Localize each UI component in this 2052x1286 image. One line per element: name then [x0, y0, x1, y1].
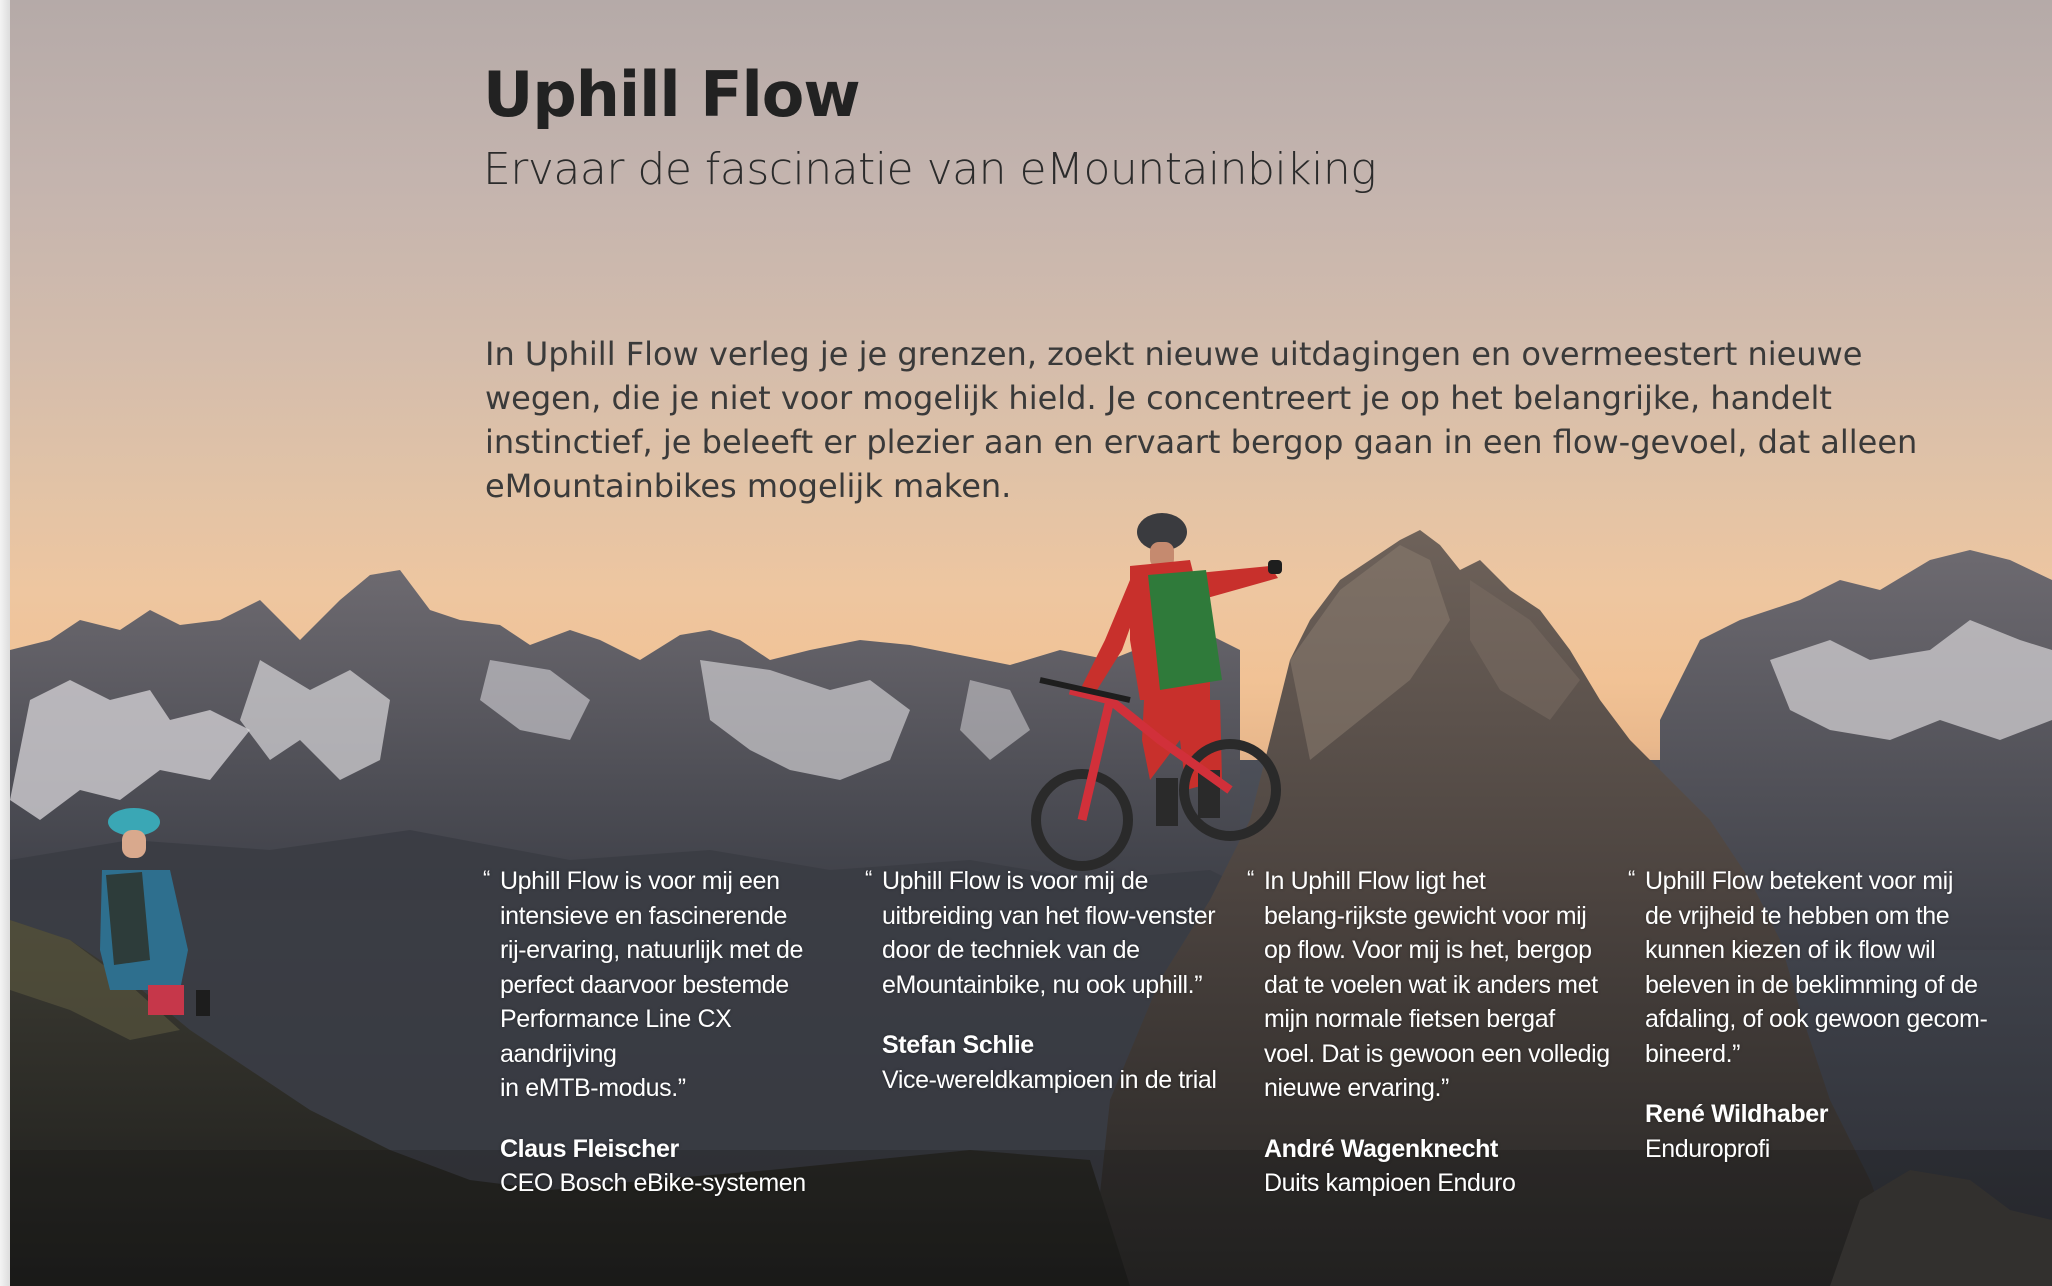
- quote-author-role: Vice-wereldkampioen in de trial: [882, 1065, 1217, 1094]
- quote-block: “ Uphill Flow is voor mij de uitbreiding…: [865, 864, 1232, 1097]
- page-subtitle: Ervaar de fascinatie van eMountainbiking: [483, 144, 1377, 195]
- quote-author-role: CEO Bosch eBike-systemen: [500, 1169, 806, 1197]
- intro-paragraph: In Uphill Flow verleg je je grenzen, zoe…: [485, 335, 1918, 505]
- quote-author-name: Claus Fleischer: [500, 1134, 679, 1163]
- quote-block: “ Uphill Flow is voor mij een intensieve…: [483, 864, 850, 1201]
- brochure-page: Uphill Flow Ervaar de fascinatie van eMo…: [10, 0, 2052, 1286]
- quote-mark: “: [865, 866, 873, 891]
- quote-author-name: René Wildhaber: [1645, 1100, 1829, 1128]
- quote-author-name: André Wagenknecht: [1264, 1134, 1498, 1163]
- quote-text: In Uphill Flow ligt het belang-rijkste g…: [1264, 867, 1610, 1102]
- quote-block: “ Uphill Flow betekent voor mij de vrijh…: [1628, 864, 1995, 1166]
- quote-author-role: Enduroprofi: [1645, 1134, 1770, 1163]
- quote-text: Uphill Flow betekent voor mij de vrijhei…: [1645, 867, 1988, 1068]
- quote-mark: “: [483, 866, 491, 891]
- quote-mark: “: [1628, 866, 1636, 891]
- quote-text: Uphill Flow is voor mij de uitbreiding v…: [882, 867, 1216, 999]
- quote-mark: “: [1247, 866, 1255, 891]
- quote-block: “ In Uphill Flow ligt het belang-rijkste…: [1247, 864, 1614, 1201]
- quote-author-name: Stefan Schlie: [882, 1031, 1034, 1059]
- page-edge: [0, 0, 10, 1286]
- quote-author-role: Duits kampioen Enduro: [1264, 1169, 1516, 1197]
- quote-text: Uphill Flow is voor mij een intensieve e…: [500, 867, 803, 1102]
- page-title: Uphill Flow: [483, 58, 861, 131]
